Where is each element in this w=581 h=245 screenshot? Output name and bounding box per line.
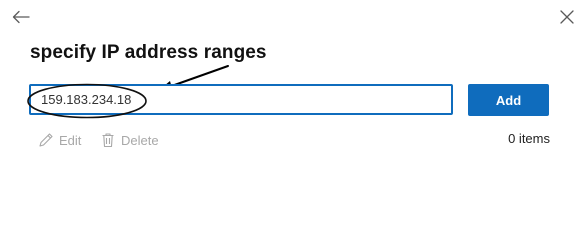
items-count: 0 items bbox=[508, 131, 550, 146]
ip-address-field[interactable] bbox=[29, 84, 453, 115]
close-button[interactable] bbox=[556, 6, 578, 28]
annotation-title: specify IP address ranges bbox=[30, 42, 267, 63]
edit-button[interactable]: Edit bbox=[38, 130, 81, 150]
trash-icon bbox=[100, 131, 116, 149]
add-button[interactable]: Add bbox=[468, 84, 549, 116]
close-icon bbox=[560, 10, 574, 24]
pencil-icon bbox=[38, 131, 54, 149]
delete-label: Delete bbox=[121, 132, 159, 148]
ip-ranges-panel: specify IP address ranges Add Edit Delet… bbox=[0, 0, 581, 245]
delete-button[interactable]: Delete bbox=[100, 130, 159, 150]
edit-label: Edit bbox=[59, 132, 82, 148]
back-arrow-icon bbox=[12, 10, 30, 24]
back-button[interactable] bbox=[8, 6, 34, 28]
ip-address-input[interactable] bbox=[31, 86, 451, 113]
